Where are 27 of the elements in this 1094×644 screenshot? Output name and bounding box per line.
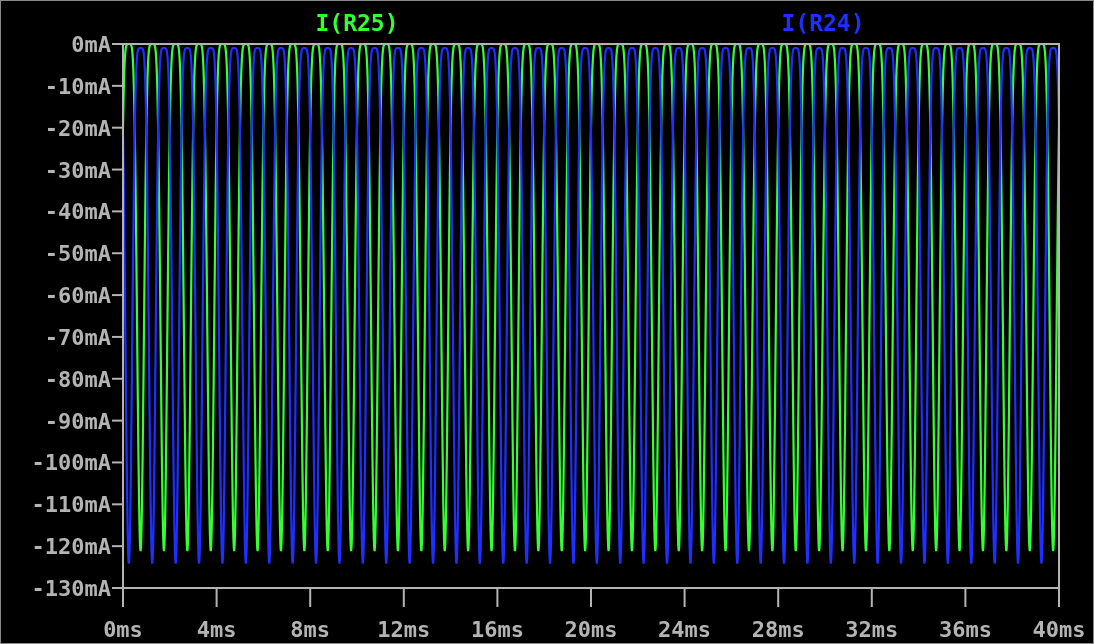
y-axis-tick-label: -110mA [31, 492, 111, 518]
x-axis-tick-label: 24ms [658, 617, 712, 642]
x-axis-tick-label: 36ms [938, 617, 992, 642]
x-axis-tick-label: 8ms [290, 617, 331, 642]
y-axis-tick-label: -70mA [44, 324, 111, 350]
y-axis-tick-label: -120mA [31, 534, 111, 560]
y-axis-tick-label: -80mA [44, 366, 111, 392]
x-axis-tick-label: 28ms [751, 617, 805, 642]
x-axis-tick-label: 20ms [564, 617, 618, 642]
y-axis-tick-label: -130mA [31, 576, 111, 601]
y-axis-tick-label: -60mA [44, 283, 111, 309]
x-axis-tick-label: 32ms [845, 617, 899, 642]
y-axis-tick-label: -20mA [44, 115, 111, 141]
x-axis-tick-label: 4ms [196, 617, 237, 642]
x-axis-tick-label: 0ms [103, 617, 143, 642]
x-axis-tick-label: 40ms [1032, 617, 1086, 642]
y-axis-tick-label: 0mA [71, 32, 111, 57]
y-axis-tick-label: -90mA [44, 408, 111, 434]
y-axis-tick-label: -100mA [31, 450, 111, 476]
y-axis-tick-label: -10mA [44, 73, 111, 99]
y-axis-tick-label: -40mA [44, 199, 111, 225]
y-axis-tick-label: -30mA [44, 157, 111, 183]
trace-label: I(R24) [781, 10, 865, 36]
y-axis-tick-label: -50mA [44, 241, 111, 267]
x-axis-tick-label: 12ms [377, 617, 431, 642]
x-axis-tick-label: 16ms [470, 617, 524, 642]
trace-label: I(R25) [315, 10, 399, 36]
